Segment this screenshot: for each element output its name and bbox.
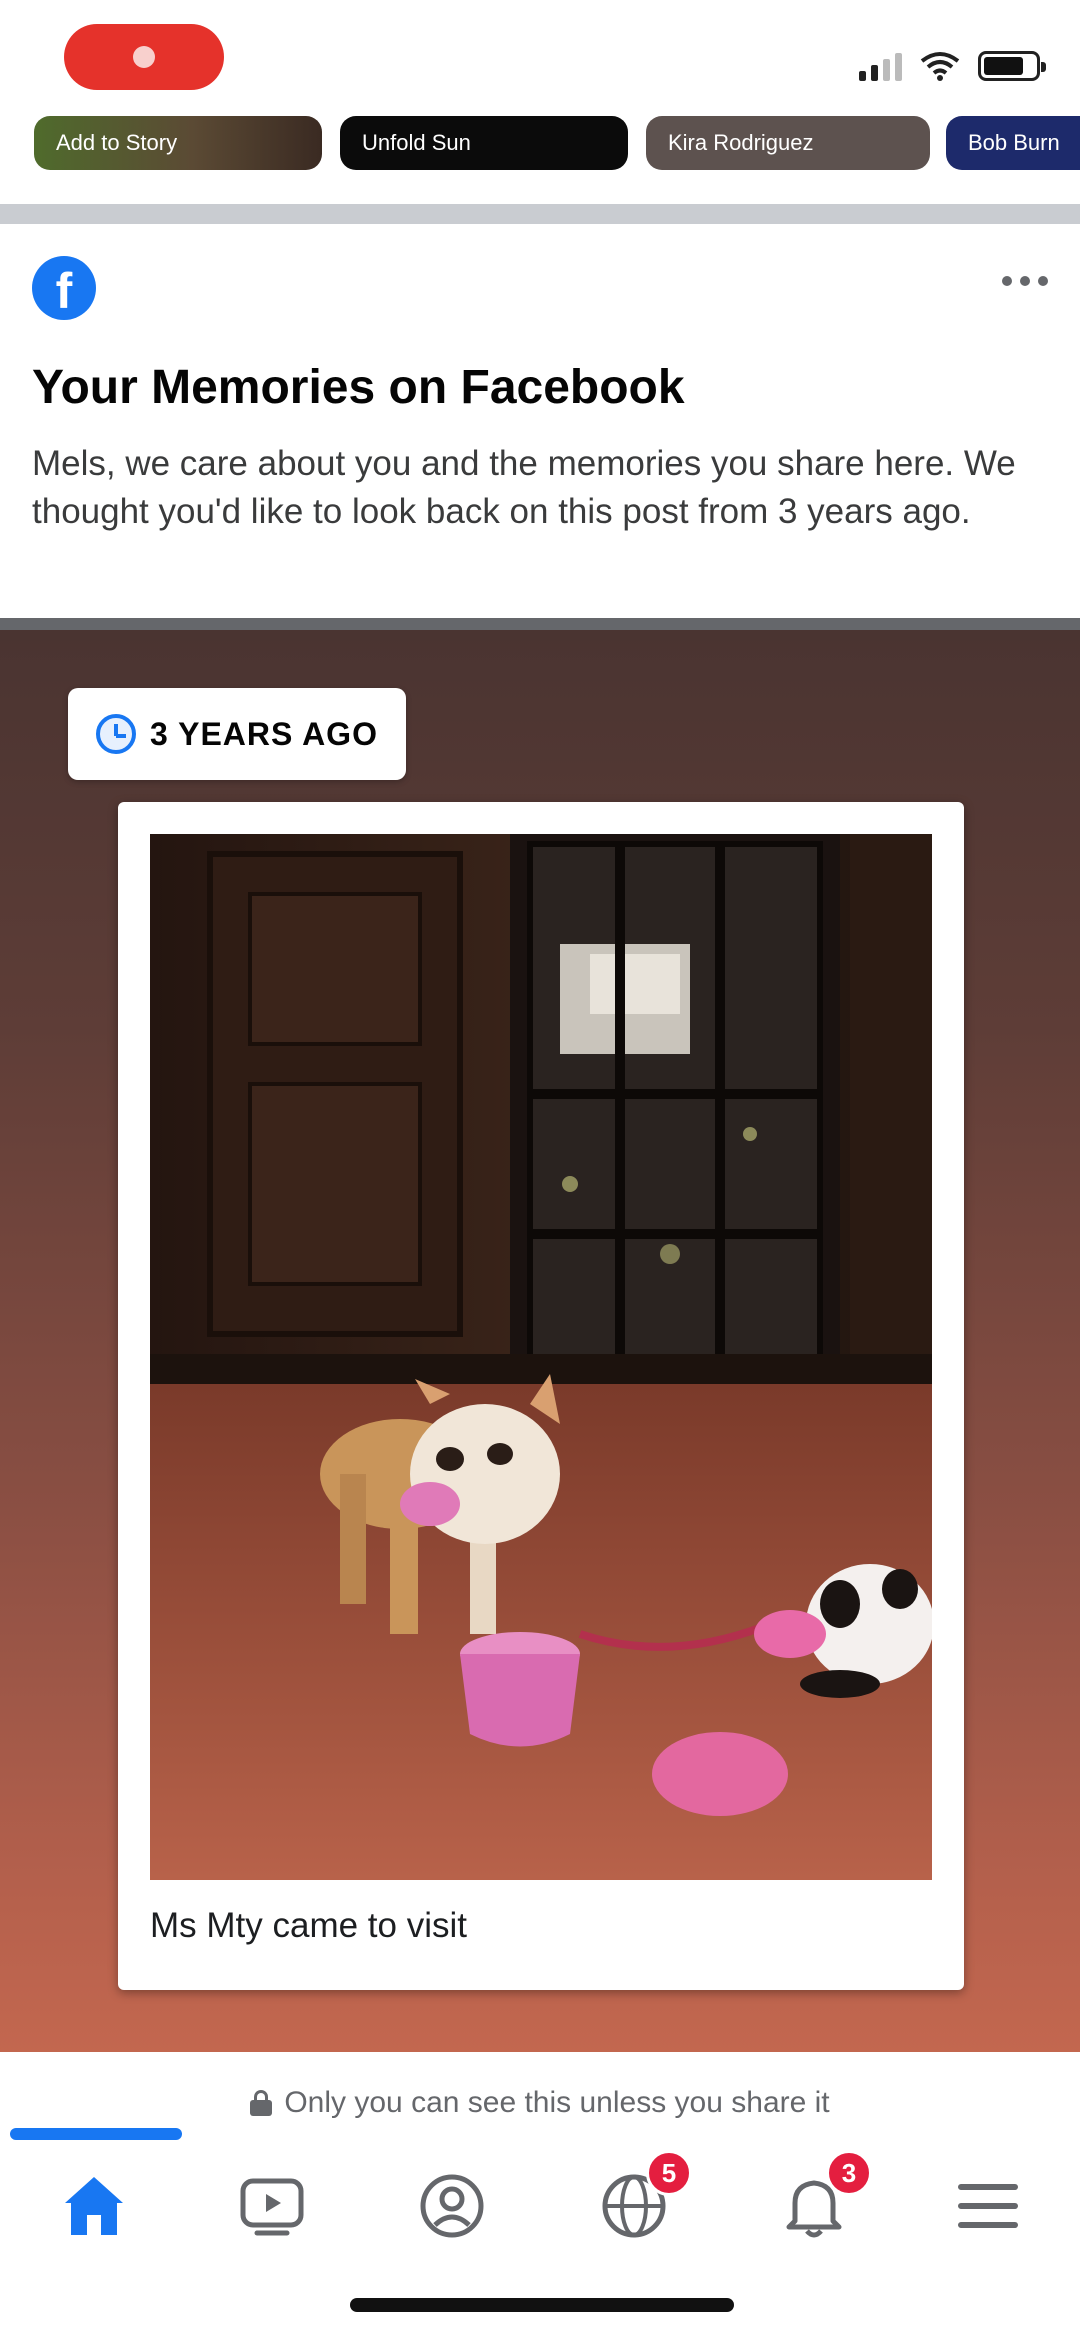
privacy-note-text: Only you can see this unless you share i… (284, 2086, 830, 2119)
status-icons (859, 48, 1046, 84)
memories-description: Mels, we care about you and the memories… (32, 444, 1016, 531)
clock-icon (96, 714, 136, 754)
tab-profile[interactable] (402, 2156, 502, 2256)
record-icon (133, 46, 155, 68)
home-icon (65, 2177, 123, 2235)
section-divider (0, 618, 1080, 630)
memory-post-card[interactable]: Ms Mty came to visit (118, 802, 964, 1990)
memory-card-area: 3 YEARS AGO Ms Mty came to visit (0, 630, 1080, 2052)
story-label: Add to Story (56, 130, 178, 155)
battery-icon (978, 51, 1046, 81)
privacy-note: Only you can see this unless you share i… (0, 2076, 1080, 2130)
dog-photo-image (150, 834, 932, 1880)
profile-icon (420, 2174, 484, 2238)
lock-icon (250, 2090, 273, 2116)
tab-menu[interactable] (938, 2156, 1038, 2256)
screen-recording-indicator[interactable] (64, 24, 224, 90)
post-photo[interactable] (150, 834, 932, 1880)
memories-header: f Your Memories on Facebook Mels, we car… (0, 224, 1080, 622)
section-divider (0, 204, 1080, 224)
menu-icon (958, 2184, 1018, 2228)
status-bar (0, 0, 1080, 112)
story-chip[interactable]: Kira Rodriguez (646, 116, 930, 170)
facebook-logo-icon: f (32, 256, 96, 320)
story-chip[interactable]: Add to Story (34, 116, 322, 170)
home-indicator[interactable] (350, 2298, 734, 2312)
bell-badge: 3 (826, 2150, 872, 2196)
watch-video-icon (240, 2178, 304, 2236)
tab-watch[interactable] (222, 2156, 322, 2256)
story-label: Bob Burn (968, 130, 1060, 155)
years-ago-badge: 3 YEARS AGO (68, 688, 406, 780)
cellular-signal-icon (859, 51, 902, 81)
story-chip[interactable]: Unfold Sun (340, 116, 628, 170)
more-options-icon[interactable] (1002, 276, 1048, 286)
tab-home[interactable] (44, 2156, 144, 2256)
stories-strip: Add to Story Unfold Sun Kira Rodriguez B… (0, 112, 1080, 178)
wifi-icon (920, 52, 960, 81)
active-tab-indicator (10, 2128, 182, 2140)
story-label: Unfold Sun (362, 130, 471, 155)
story-label: Kira Rodriguez (668, 130, 814, 155)
years-ago-label: 3 YEARS AGO (150, 715, 378, 752)
tab-notifications-bell[interactable]: 3 (764, 2150, 872, 2256)
story-chip[interactable]: Bob Burn (946, 116, 1080, 170)
post-caption: Ms Mty came to visit (150, 1906, 467, 1945)
memories-title: Your Memories on Facebook (32, 361, 685, 414)
notification-badge: 5 (646, 2150, 692, 2196)
tab-notifications[interactable]: 5 (584, 2150, 692, 2256)
